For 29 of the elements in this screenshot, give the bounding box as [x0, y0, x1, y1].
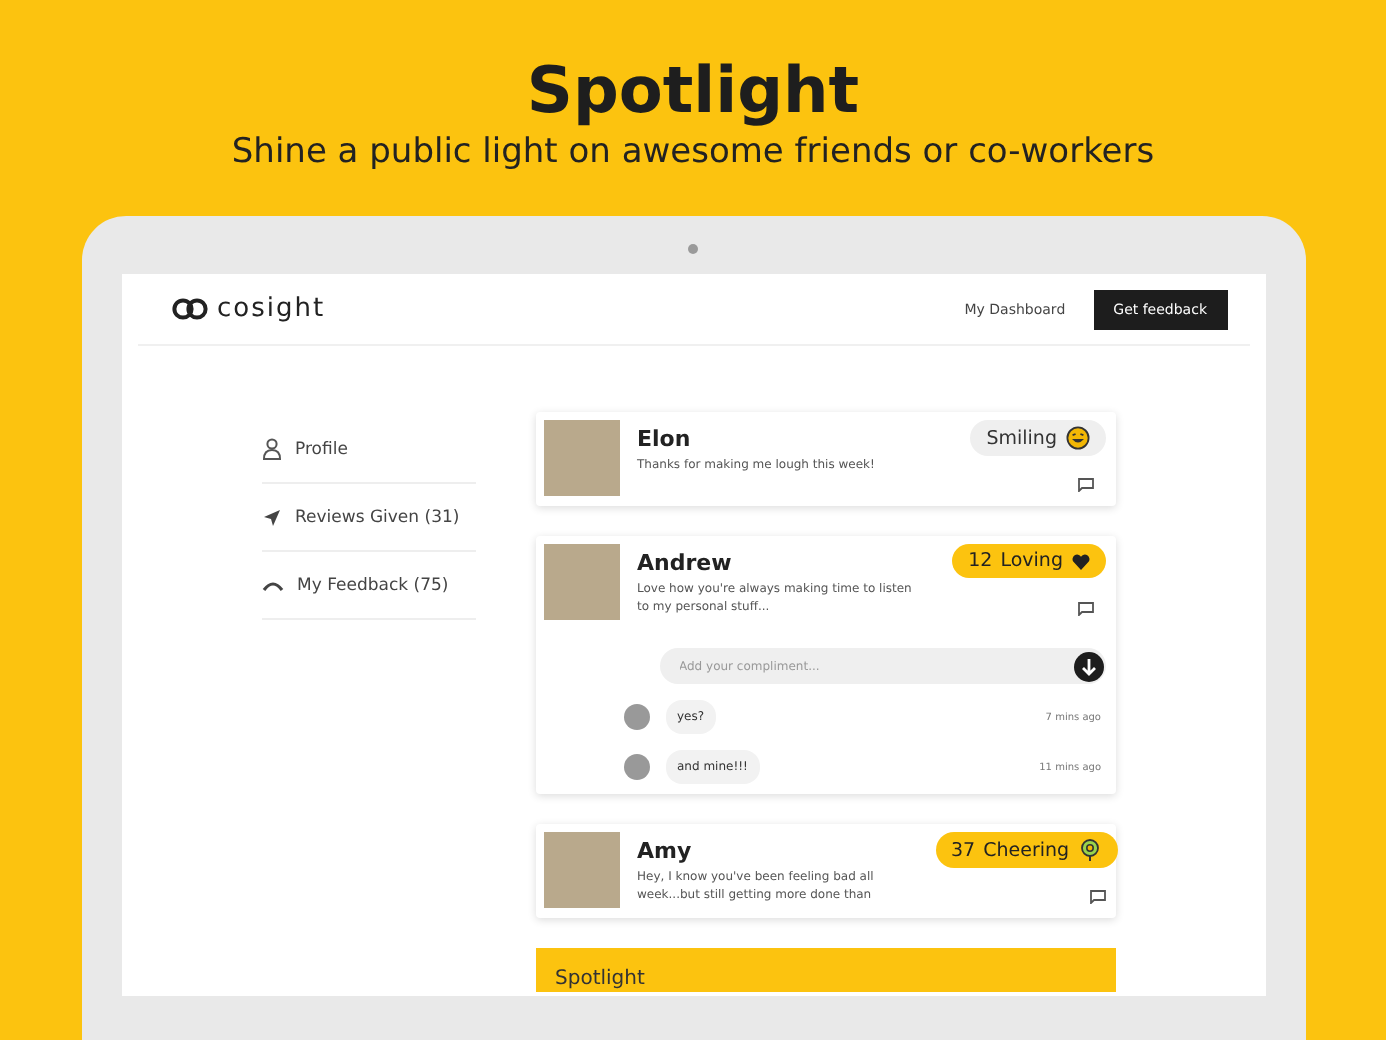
photo-placeholder — [543, 544, 619, 620]
flower-icon — [1077, 838, 1102, 862]
camera-icon — [688, 244, 698, 254]
logo-rings-icon — [171, 298, 207, 320]
comment-icon[interactable] — [1089, 890, 1106, 904]
person-name: Amy — [637, 838, 694, 864]
photo-placeholder — [543, 832, 619, 908]
page-subtitle: Shine a public light on awesome friends or co-workers — [231, 132, 1155, 172]
sidebar-item[interactable]: Profile — [261, 416, 475, 484]
reaction-badge[interactable]: Smiling — [970, 420, 1105, 456]
photo-placeholder — [543, 420, 619, 496]
feedback-icon — [261, 577, 283, 593]
heart-icon — [1071, 553, 1089, 569]
comment-icon[interactable] — [1077, 602, 1093, 616]
comment-icon[interactable] — [1077, 478, 1093, 492]
page-title: Spotlight — [526, 52, 860, 128]
avatar-circle — [623, 754, 649, 780]
person-icon — [261, 438, 281, 460]
avatar-circle — [623, 704, 649, 730]
reaction-badge[interactable]: 37 Cheering — [935, 832, 1118, 868]
sidebar-item[interactable]: Reviews Given (31) — [261, 484, 475, 552]
spotlight-heading: Spotlight — [555, 968, 645, 990]
sidebar-item[interactable]: My Feedback (75) — [261, 552, 475, 620]
person-name: Elon — [637, 426, 693, 452]
person-name: Andrew — [637, 550, 734, 576]
logo-text: cosight — [217, 294, 326, 324]
smiley-icon — [1065, 426, 1089, 450]
reaction-badge[interactable]: 12 Loving — [952, 544, 1105, 578]
send-icon — [261, 507, 281, 527]
